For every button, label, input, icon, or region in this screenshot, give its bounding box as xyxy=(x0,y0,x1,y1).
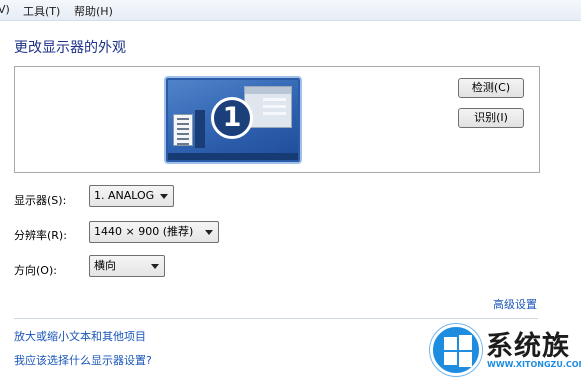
menu-item-help[interactable]: 帮助(H) xyxy=(74,3,113,19)
resolution-label: 分辨率(R): xyxy=(14,229,67,242)
monitor-arrangement-panel: 1 检测(C) 识别(I) xyxy=(14,66,540,173)
sidebar-preview-icon xyxy=(195,110,205,148)
document-preview-icon xyxy=(173,114,193,146)
watermark-url: WWW.XITONGZU.COM xyxy=(487,360,581,369)
orientation-select-value: 横向 xyxy=(94,259,116,272)
display-select-value: 1. ANALOG xyxy=(94,189,155,202)
resolution-select[interactable]: 1440 × 900 (推荐) xyxy=(89,221,219,243)
orientation-select[interactable]: 横向 xyxy=(89,255,165,277)
orientation-label: 方向(O): xyxy=(14,264,57,277)
advanced-settings-link[interactable]: 高级设置 xyxy=(493,296,537,312)
monitor-number-badge: 1 xyxy=(211,97,253,139)
display-label: 显示器(S): xyxy=(14,194,67,207)
identify-button[interactable]: 识别(I) xyxy=(458,108,524,128)
watermark: 系统族 WWW.XITONGZU.COM xyxy=(430,322,581,379)
chevron-down-icon xyxy=(151,264,159,269)
menu-item-view[interactable]: V) xyxy=(0,3,10,16)
which-settings-link[interactable]: 我应该选择什么显示器设置? xyxy=(14,352,152,368)
menu-bar: V) 工具(T) 帮助(H) xyxy=(0,0,581,21)
divider xyxy=(14,318,538,319)
monitor-1-preview[interactable]: 1 xyxy=(166,78,300,162)
watermark-title: 系统族 xyxy=(486,331,570,362)
chevron-down-icon xyxy=(205,230,213,235)
text-size-link[interactable]: 放大或缩小文本和其他项目 xyxy=(14,328,146,344)
detect-button[interactable]: 检测(C) xyxy=(458,78,524,98)
taskbar-preview xyxy=(168,153,298,160)
menu-item-tools[interactable]: 工具(T) xyxy=(23,3,60,19)
resolution-select-value: 1440 × 900 (推荐) xyxy=(94,225,194,238)
display-select[interactable]: 1. ANALOG xyxy=(89,185,174,207)
chevron-down-icon xyxy=(160,194,168,199)
page-title: 更改显示器的外观 xyxy=(14,40,126,56)
windows-logo-icon xyxy=(430,324,482,376)
